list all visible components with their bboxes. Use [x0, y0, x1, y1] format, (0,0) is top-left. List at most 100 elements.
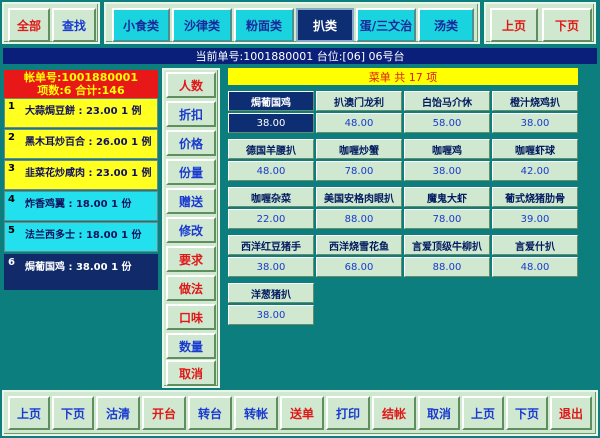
- order-header: 帐单号:1001880001 项数:6 合计:146: [4, 70, 158, 98]
- dish-price: 78.00: [404, 209, 490, 229]
- prev-page-button-top[interactable]: 上页: [490, 8, 538, 42]
- flavor-button[interactable]: 口味: [166, 304, 216, 330]
- order-item-text: 炸香鸡翼 : 18.00 1 份: [21, 192, 157, 220]
- dish-price: 39.00: [492, 209, 578, 229]
- order-item-text: 大蒜焗豆餅 : 23.00 1 例: [21, 99, 157, 127]
- dish-name: 白饴马介休: [404, 91, 490, 111]
- dish-price: 48.00: [492, 257, 578, 277]
- next-page-button-bottom-right[interactable]: 下页: [506, 396, 548, 430]
- dish-tile[interactable]: 葡式烧猪肋骨 39.00: [492, 187, 578, 231]
- dish-price: 38.00: [492, 113, 578, 133]
- dish-tile[interactable]: 橙汁烧鸡扒 38.00: [492, 91, 578, 135]
- dish-name: 咖喱鸡: [404, 139, 490, 159]
- all-button[interactable]: 全部: [8, 8, 50, 42]
- order-item-text: 法兰西多士 : 18.00 1 份: [21, 223, 157, 251]
- dish-price: 58.00: [404, 113, 490, 133]
- category-tab-grill[interactable]: 扒类: [296, 8, 354, 42]
- category-tab-salad[interactable]: 沙律类: [172, 8, 232, 42]
- dish-price: 88.00: [316, 209, 402, 229]
- sold-out-button[interactable]: 沽清: [96, 396, 140, 430]
- category-tab-snacks[interactable]: 小食类: [112, 8, 170, 42]
- transfer-table-button[interactable]: 转台: [188, 396, 232, 430]
- dish-tile[interactable]: 咖喱杂菜 22.00: [228, 187, 314, 231]
- cancel-button[interactable]: 取消: [418, 396, 460, 430]
- method-button[interactable]: 做法: [166, 275, 216, 301]
- order-item[interactable]: 2 黑木耳炒百合 : 26.00 1 例: [4, 129, 158, 159]
- dish-price: 78.00: [316, 161, 402, 181]
- bill-number: 帐单号:1001880001: [24, 71, 138, 84]
- dish-name: 咖喱虾球: [492, 139, 578, 159]
- dish-price: 48.00: [316, 113, 402, 133]
- discount-button[interactable]: 折扣: [166, 101, 216, 127]
- dish-tile[interactable]: 美国安格肉眼扒 88.00: [316, 187, 402, 231]
- dish-name: 西洋烧雪花鱼: [316, 235, 402, 255]
- dish-tile[interactable]: 洋葱猪扒 38.00: [228, 283, 314, 327]
- exit-button[interactable]: 退出: [550, 396, 592, 430]
- dish-tile[interactable]: 西洋红豆猪手 38.00: [228, 235, 314, 279]
- dish-price: 38.00: [228, 305, 314, 325]
- dish-name: 言爱什扒: [492, 235, 578, 255]
- dish-tile[interactable]: 咖喱炒蟹 78.00: [316, 139, 402, 183]
- order-item-text: 黑木耳炒百合 : 26.00 1 例: [21, 130, 157, 158]
- dish-name: 扒澳门龙利: [316, 91, 402, 111]
- dish-price: 42.00: [492, 161, 578, 181]
- checkout-button[interactable]: 结帐: [372, 396, 416, 430]
- price-button[interactable]: 价格: [166, 130, 216, 156]
- dish-tile[interactable]: 咖喱鸡 38.00: [404, 139, 490, 183]
- dish-tile[interactable]: 咖喱虾球 42.00: [492, 139, 578, 183]
- status-bar: 当前单号:1001880001 台位:[06] 06号台: [3, 48, 597, 64]
- guests-button[interactable]: 人数: [166, 72, 216, 98]
- prev-page-button-bottom-left[interactable]: 上页: [8, 396, 50, 430]
- next-page-button-bottom-left[interactable]: 下页: [52, 396, 94, 430]
- order-item-selected[interactable]: 6 焗葡国鸡 : 38.00 1 份: [4, 254, 158, 290]
- order-item[interactable]: 1 大蒜焗豆餅 : 23.00 1 例: [4, 98, 158, 128]
- request-button[interactable]: 要求: [166, 246, 216, 272]
- order-item-number: 5: [5, 223, 21, 251]
- dish-name: 美国安格肉眼扒: [316, 187, 402, 207]
- category-tab-noodles[interactable]: 粉面类: [234, 8, 294, 42]
- dish-price: 38.00: [404, 161, 490, 181]
- dish-tile[interactable]: 焗葡国鸡 38.00: [228, 91, 314, 135]
- order-item-number: 6: [5, 255, 21, 289]
- find-button[interactable]: 查找: [52, 8, 96, 42]
- dish-tile[interactable]: 白饴马介休 58.00: [404, 91, 490, 135]
- order-item-text: 韭菜花炒咸肉 : 23.00 1 例: [21, 161, 157, 189]
- dish-name: 言爱顶级牛柳扒: [404, 235, 490, 255]
- dish-price: 88.00: [404, 257, 490, 277]
- bill-summary: 项数:6 合计:146: [37, 84, 125, 97]
- order-item-number: 4: [5, 192, 21, 220]
- dish-tile[interactable]: 扒澳门龙利 48.00: [316, 91, 402, 135]
- dish-price: 68.00: [316, 257, 402, 277]
- category-tab-soup[interactable]: 汤类: [418, 8, 474, 42]
- next-page-button-top[interactable]: 下页: [542, 8, 592, 42]
- prev-page-button-bottom-right[interactable]: 上页: [462, 396, 504, 430]
- order-item[interactable]: 5 法兰西多士 : 18.00 1 份: [4, 222, 158, 252]
- dish-tile[interactable]: 魔鬼大虾 78.00: [404, 187, 490, 231]
- order-item[interactable]: 3 韭菜花炒咸肉 : 23.00 1 例: [4, 160, 158, 190]
- transfer-account-button[interactable]: 转帐: [234, 396, 278, 430]
- order-item-text: 焗葡国鸡 : 38.00 1 份: [21, 255, 157, 289]
- category-tab-egg-sandwich[interactable]: 蛋/三文治: [356, 8, 416, 42]
- dish-name: 橙汁烧鸡扒: [492, 91, 578, 111]
- dish-price: 38.00: [228, 257, 314, 277]
- order-item[interactable]: 4 炸香鸡翼 : 18.00 1 份: [4, 191, 158, 221]
- dish-name: 焗葡国鸡: [228, 91, 314, 111]
- dish-tile[interactable]: 言爱什扒 48.00: [492, 235, 578, 279]
- open-table-button[interactable]: 开台: [142, 396, 186, 430]
- modify-button[interactable]: 修改: [166, 217, 216, 243]
- order-item-number: 1: [5, 99, 21, 127]
- dish-price: 48.00: [228, 161, 314, 181]
- print-button[interactable]: 打印: [326, 396, 370, 430]
- dish-tile[interactable]: 西洋烧雪花鱼 68.00: [316, 235, 402, 279]
- dish-name: 魔鬼大虾: [404, 187, 490, 207]
- dish-name: 洋葱猪扒: [228, 283, 314, 303]
- gift-button[interactable]: 赠送: [166, 188, 216, 214]
- cancel-item-button[interactable]: 取消: [166, 360, 216, 386]
- dish-tile[interactable]: 德国羊腰扒 48.00: [228, 139, 314, 183]
- dish-name: 德国羊腰扒: [228, 139, 314, 159]
- quantity-button[interactable]: 数量: [166, 333, 216, 359]
- dish-tile[interactable]: 言爱顶级牛柳扒 88.00: [404, 235, 490, 279]
- portion-button[interactable]: 份量: [166, 159, 216, 185]
- order-item-number: 3: [5, 161, 21, 189]
- send-order-button[interactable]: 送单: [280, 396, 324, 430]
